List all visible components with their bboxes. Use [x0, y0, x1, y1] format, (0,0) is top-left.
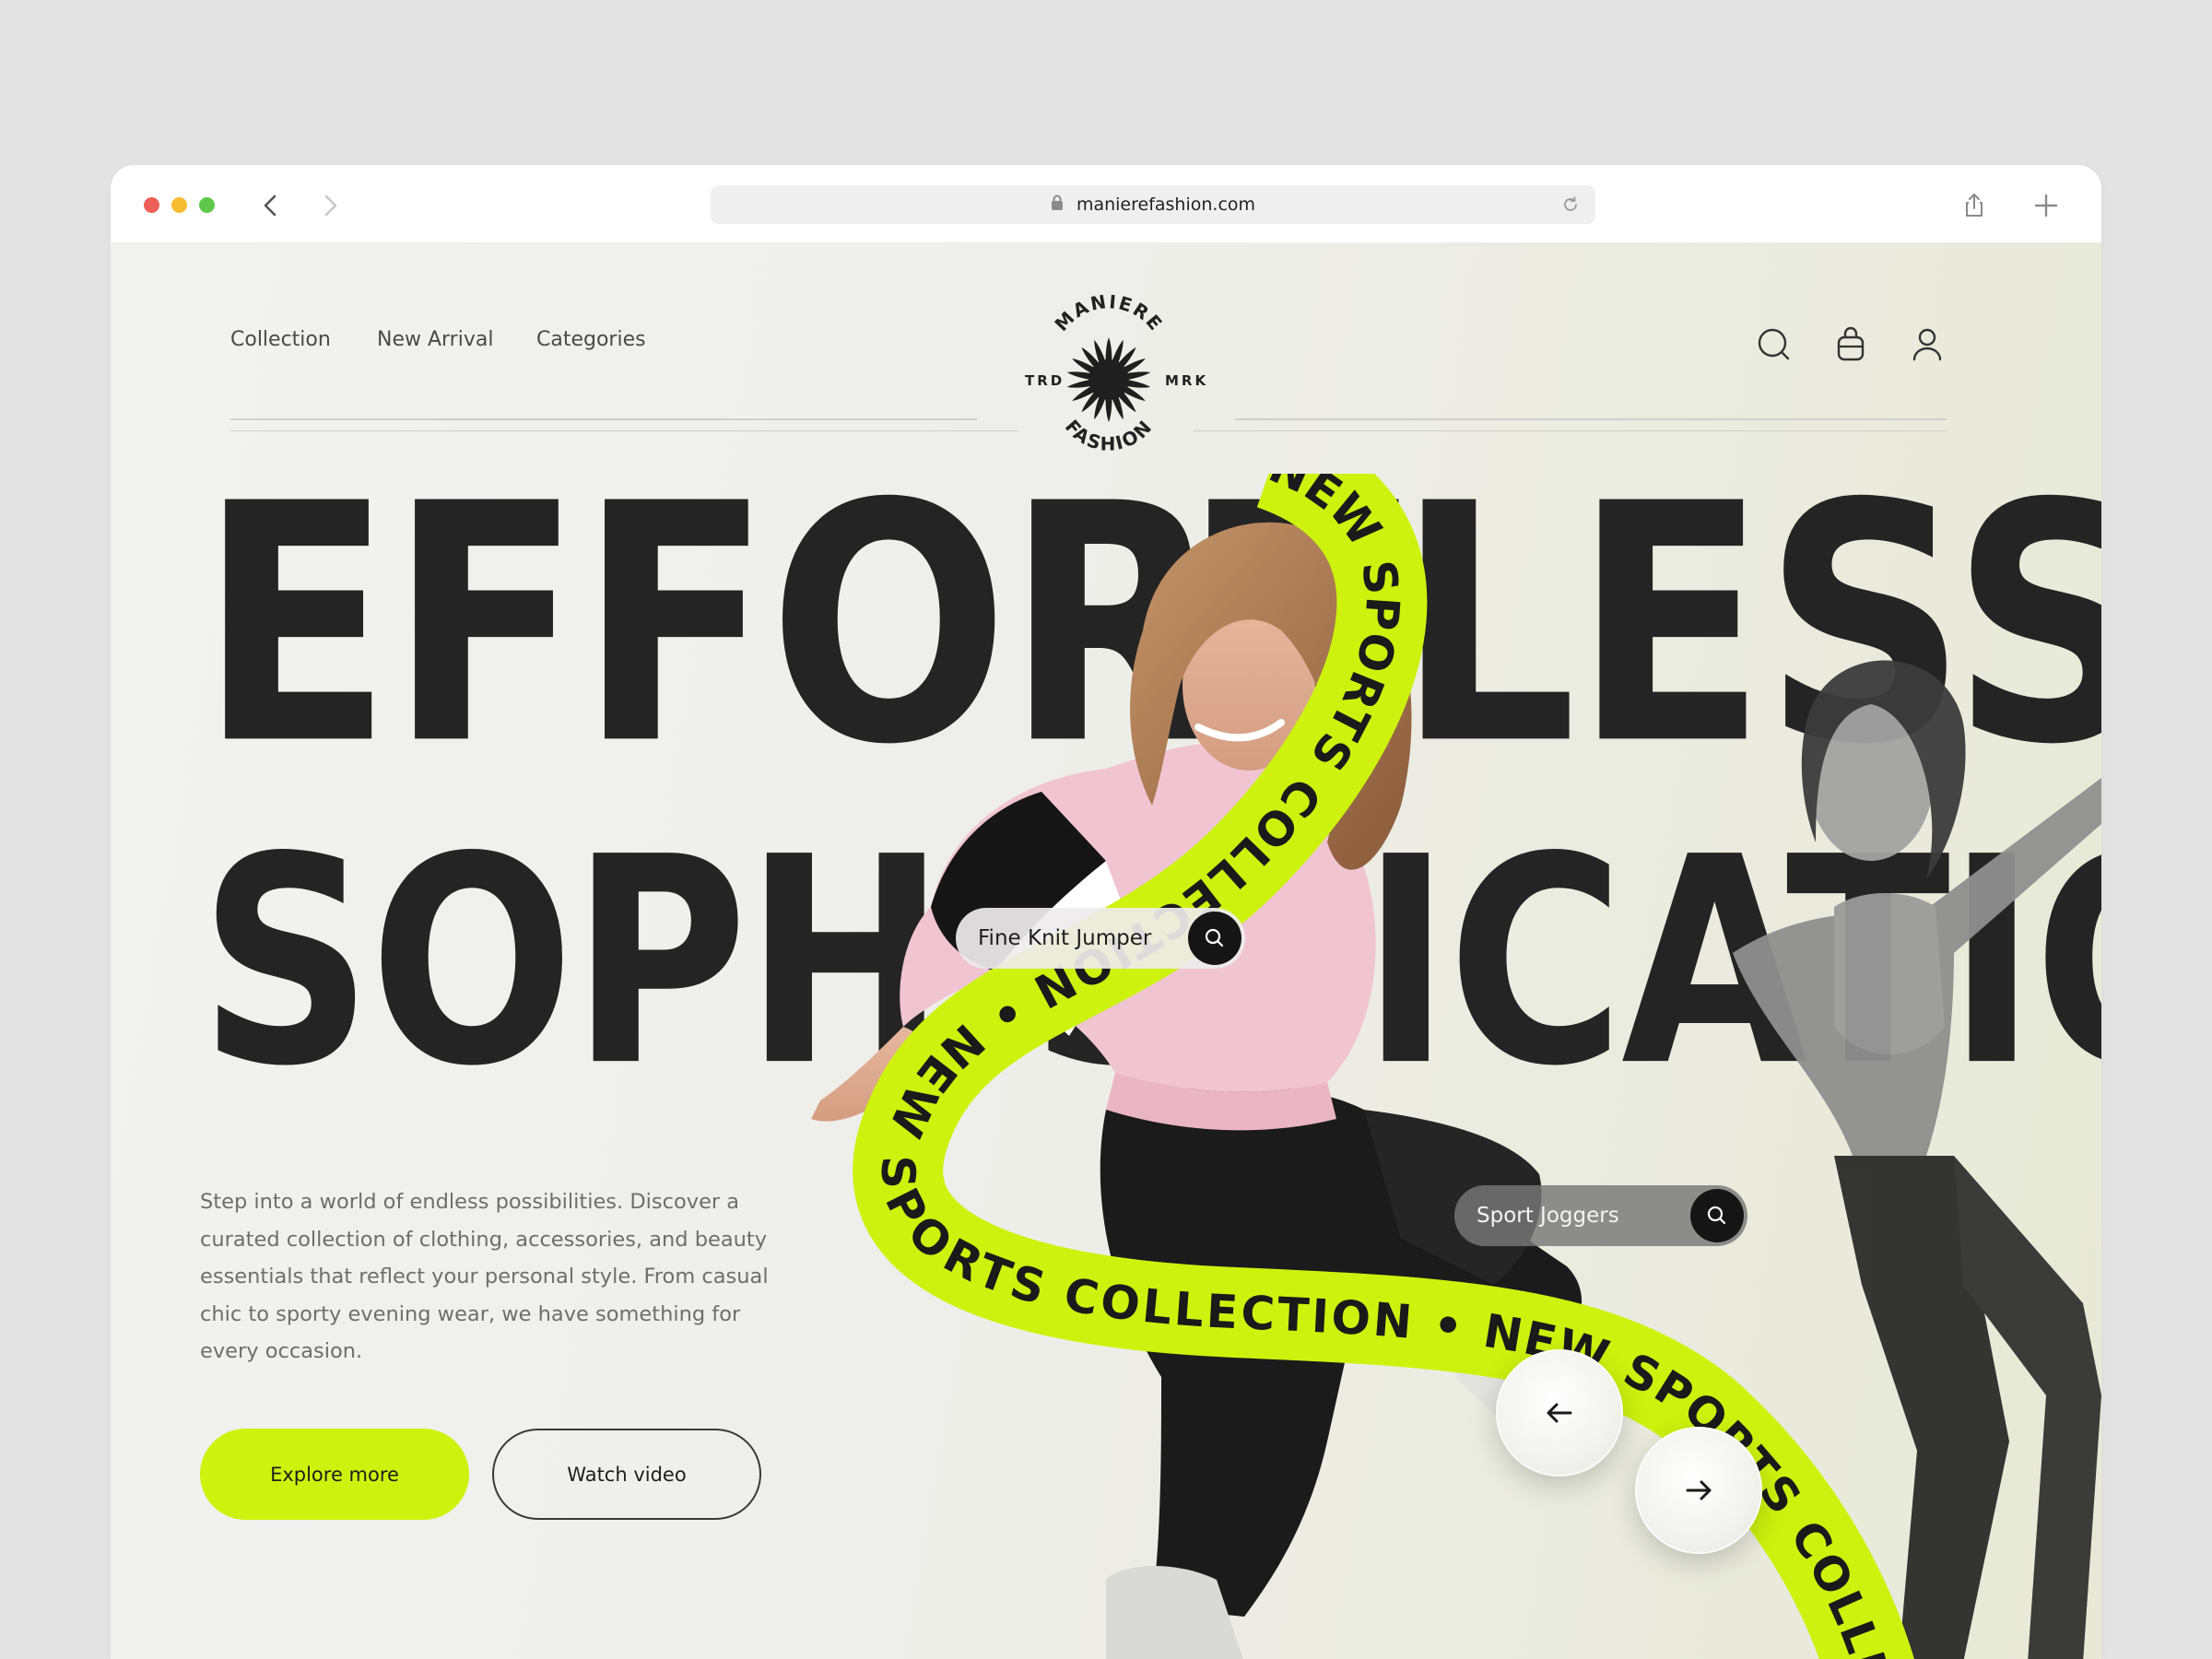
nav-link-collection[interactable]: Collection [230, 328, 331, 351]
logo-left-text: TRD [1025, 372, 1065, 389]
chevron-right-icon [324, 194, 337, 217]
nav-divider-left-lower [230, 430, 1018, 431]
nav-divider-right [1235, 418, 1947, 420]
chevron-left-icon [264, 194, 276, 217]
product-tag-label: Fine Knit Jumper [978, 926, 1152, 950]
minimize-window-button[interactable] [171, 197, 187, 213]
slider-prev-button[interactable] [1496, 1349, 1623, 1477]
product-tag-search-button[interactable] [1188, 912, 1241, 965]
browser-toolbar: manierefashion.com [111, 165, 2101, 243]
back-button[interactable] [253, 187, 289, 224]
plus-icon [2034, 194, 2058, 218]
nav-divider-left [230, 418, 977, 420]
logo-top-text: MANIERE [1050, 290, 1167, 335]
reload-icon[interactable] [1560, 194, 1581, 219]
lock-icon [1051, 194, 1064, 216]
close-window-button[interactable] [144, 197, 159, 213]
forward-button[interactable] [312, 187, 348, 224]
search-icon [1707, 1206, 1726, 1225]
arrow-right-icon [1686, 1480, 1712, 1500]
header-bag-button[interactable] [1830, 324, 1871, 365]
new-tab-button[interactable] [2028, 187, 2065, 224]
bag-icon [1837, 326, 1865, 361]
product-tag-sport-joggers[interactable]: Sport Joggers [1454, 1185, 1747, 1246]
sun-burst-icon [1066, 337, 1151, 422]
search-icon [1205, 928, 1224, 947]
nav-link-categories[interactable]: Categories [536, 328, 646, 351]
hero-photo: NEW SPORTS COLLECTION • NEW SPORTS COLLE… [811, 474, 2101, 1659]
share-button[interactable] [1956, 187, 1993, 224]
header-account-button[interactable] [1907, 324, 1947, 365]
watch-video-button[interactable]: Watch video [492, 1429, 761, 1520]
logo-right-text: MRK [1165, 372, 1208, 389]
slider-next-button[interactable] [1635, 1427, 1762, 1554]
browser-window: manierefashion.com Collection New Arriva… [111, 165, 2101, 1659]
search-icon [1758, 328, 1790, 360]
arrow-left-icon [1547, 1403, 1572, 1423]
product-tag-label: Sport Joggers [1477, 1204, 1619, 1228]
product-tag-fine-knit-jumper[interactable]: Fine Knit Jumper [956, 908, 1245, 969]
address-bar[interactable]: manierefashion.com [711, 185, 1595, 224]
hero-description: Step into a world of endless possibiliti… [200, 1190, 769, 1363]
zoom-window-button[interactable] [199, 197, 215, 213]
explore-more-button[interactable]: Explore more [200, 1429, 469, 1520]
header-search-button[interactable] [1754, 324, 1794, 365]
share-icon [1966, 194, 1983, 217]
url-text: manierefashion.com [1076, 194, 1256, 215]
product-tag-search-button[interactable] [1690, 1189, 1744, 1242]
nav-divider-right-lower [1194, 430, 1947, 431]
user-icon [1912, 328, 1942, 361]
landing-page: Collection New Arrival Categories MANIER… [111, 243, 2101, 1659]
nav-link-new-arrival[interactable]: New Arrival [377, 328, 493, 351]
